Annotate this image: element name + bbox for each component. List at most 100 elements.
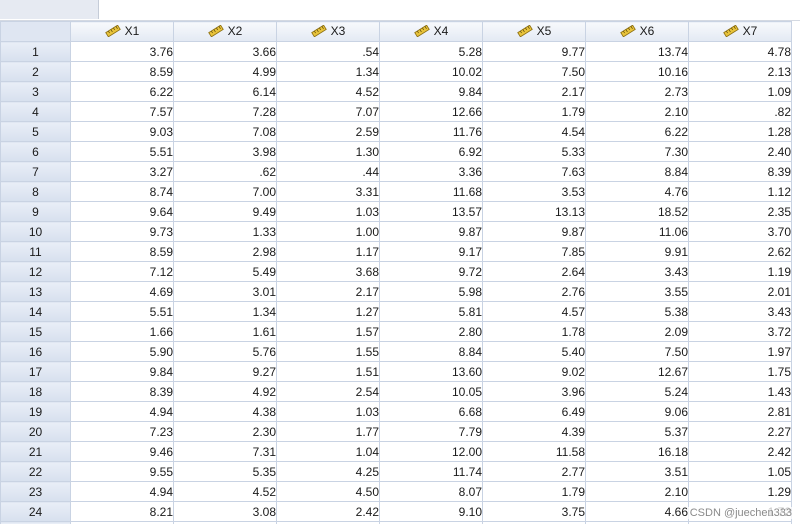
data-cell[interactable]: 8.21 [70, 501, 174, 522]
data-cell[interactable]: 5.90 [70, 341, 174, 362]
data-cell[interactable]: 18.52 [585, 201, 689, 222]
data-cell[interactable]: 2.76 [482, 281, 586, 302]
data-cell[interactable]: 6.14 [173, 81, 277, 102]
data-cell[interactable]: 4.57 [482, 301, 586, 322]
data-cell[interactable]: 1.30 [276, 141, 380, 162]
data-cell[interactable]: 4.76 [585, 181, 689, 202]
data-cell[interactable]: 2.80 [379, 321, 483, 342]
data-cell[interactable]: 7.23 [70, 421, 174, 442]
data-cell[interactable]: 13.60 [379, 361, 483, 382]
data-cell[interactable]: 9.84 [70, 361, 174, 382]
data-cell[interactable]: 7.28 [173, 101, 277, 122]
data-cell[interactable]: .62 [173, 161, 277, 182]
data-cell[interactable]: 3.08 [173, 501, 277, 522]
data-cell[interactable]: 12.66 [379, 101, 483, 122]
data-cell[interactable]: 2.17 [482, 81, 586, 102]
data-cell[interactable]: 2.73 [585, 81, 689, 102]
row-header[interactable]: 14 [0, 301, 71, 322]
data-cell[interactable]: 1.34 [173, 301, 277, 322]
data-cell[interactable]: 2.64 [482, 261, 586, 282]
data-cell[interactable]: 8.59 [70, 61, 174, 82]
data-cell[interactable]: 7.79 [379, 421, 483, 442]
row-header[interactable]: 12 [0, 261, 71, 282]
data-cell[interactable]: 3.76 [70, 41, 174, 62]
data-cell[interactable]: 8.07 [379, 481, 483, 502]
data-cell[interactable]: 1.57 [276, 321, 380, 342]
data-cell[interactable]: 2.62 [688, 241, 792, 262]
data-cell[interactable]: 9.06 [585, 401, 689, 422]
data-cell[interactable]: 3.53 [482, 181, 586, 202]
column-header-x2[interactable]: X2 [173, 21, 277, 42]
data-cell[interactable]: 2.40 [688, 141, 792, 162]
data-cell[interactable]: 4.99 [173, 61, 277, 82]
data-cell[interactable]: 8.84 [585, 161, 689, 182]
data-cell[interactable]: 12.00 [379, 441, 483, 462]
data-cell[interactable]: .82 [688, 101, 792, 122]
data-cell[interactable]: 3.27 [70, 161, 174, 182]
data-cell[interactable]: 1.03 [276, 201, 380, 222]
row-header[interactable]: 9 [0, 201, 71, 222]
data-cell[interactable]: 10.02 [379, 61, 483, 82]
data-cell[interactable]: 2.77 [482, 461, 586, 482]
row-header[interactable]: 2 [0, 61, 71, 82]
data-cell[interactable]: 9.10 [379, 501, 483, 522]
data-cell[interactable]: 3.36 [379, 161, 483, 182]
data-cell[interactable]: 2.59 [276, 121, 380, 142]
data-cell[interactable]: 2.09 [585, 321, 689, 342]
data-cell[interactable]: 2.27 [688, 421, 792, 442]
data-cell[interactable]: 9.55 [70, 461, 174, 482]
data-cell[interactable]: 10.05 [379, 381, 483, 402]
data-cell[interactable]: 10.16 [585, 61, 689, 82]
data-cell[interactable]: 1.00 [276, 221, 380, 242]
data-cell[interactable]: 9.27 [173, 361, 277, 382]
data-cell[interactable]: 4.66 [585, 501, 689, 522]
row-header[interactable]: 23 [0, 481, 71, 502]
data-cell[interactable]: 1.27 [276, 301, 380, 322]
data-cell[interactable]: 9.73 [70, 221, 174, 242]
row-header[interactable]: 7 [0, 161, 71, 182]
data-cell[interactable]: 2.81 [688, 401, 792, 422]
row-header[interactable]: 4 [0, 101, 71, 122]
row-header[interactable]: 17 [0, 361, 71, 382]
data-cell[interactable]: 1.43 [688, 381, 792, 402]
data-cell[interactable]: 1.19 [688, 261, 792, 282]
data-cell[interactable]: 5.24 [585, 381, 689, 402]
data-cell[interactable]: 2.13 [688, 61, 792, 82]
data-cell[interactable]: 13.74 [585, 41, 689, 62]
data-cell[interactable]: 2.35 [688, 201, 792, 222]
data-cell[interactable]: 3.01 [173, 281, 277, 302]
data-cell[interactable]: 1.77 [276, 421, 380, 442]
data-cell[interactable]: 7.31 [173, 441, 277, 462]
data-cell[interactable]: 2.10 [585, 101, 689, 122]
data-cell[interactable]: 8.39 [688, 161, 792, 182]
row-header[interactable]: 10 [0, 221, 71, 242]
data-cell[interactable]: 9.02 [482, 361, 586, 382]
data-cell[interactable]: 3.66 [173, 41, 277, 62]
data-cell[interactable]: 3.70 [688, 221, 792, 242]
data-cell[interactable]: 9.64 [70, 201, 174, 222]
data-cell[interactable]: 8.74 [70, 181, 174, 202]
data-cell[interactable]: 9.03 [70, 121, 174, 142]
data-cell[interactable]: 1.09 [688, 81, 792, 102]
data-cell[interactable]: 1.34 [276, 61, 380, 82]
data-cell[interactable]: 13.57 [379, 201, 483, 222]
data-cell[interactable]: 8.59 [70, 241, 174, 262]
data-cell[interactable]: 7.63 [482, 161, 586, 182]
column-header-x6[interactable]: X6 [585, 21, 689, 42]
data-cell[interactable]: 7.30 [585, 141, 689, 162]
data-cell[interactable]: 11.58 [482, 441, 586, 462]
data-cell[interactable]: 1.29 [688, 481, 792, 502]
data-cell[interactable]: 1.79 [482, 481, 586, 502]
data-cell[interactable]: 5.51 [70, 141, 174, 162]
data-cell[interactable]: 3.72 [688, 321, 792, 342]
data-cell[interactable]: .54 [276, 41, 380, 62]
data-cell[interactable]: 4.69 [70, 281, 174, 302]
data-cell[interactable]: 6.22 [70, 81, 174, 102]
data-cell[interactable]: 11.76 [379, 121, 483, 142]
data-cell[interactable]: 2.98 [173, 241, 277, 262]
data-cell[interactable]: 7.12 [70, 261, 174, 282]
data-cell[interactable]: 7.08 [173, 121, 277, 142]
data-cell[interactable]: 4.50 [276, 481, 380, 502]
data-cell[interactable]: 1.12 [688, 181, 792, 202]
data-cell[interactable]: 4.94 [70, 401, 174, 422]
